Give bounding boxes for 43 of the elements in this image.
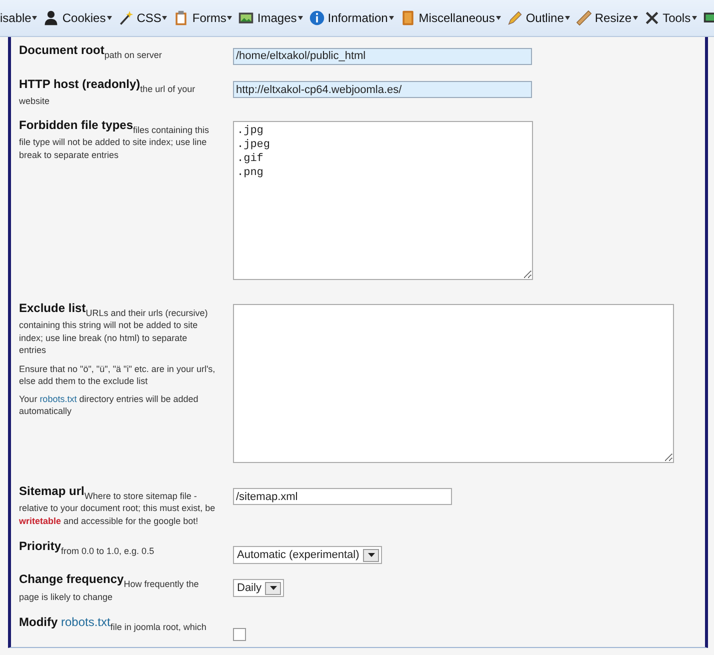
caret-icon bbox=[564, 16, 570, 20]
caret-icon bbox=[227, 16, 232, 20]
info-icon bbox=[308, 10, 325, 26]
book-icon bbox=[400, 10, 416, 26]
caret-icon bbox=[298, 16, 303, 20]
warning-text: writetable bbox=[19, 516, 62, 526]
toolbar-menu[interactable]: Resize bbox=[572, 10, 641, 26]
toolbar-menu[interactable]: Cookies bbox=[40, 10, 115, 26]
caret-icon bbox=[632, 16, 638, 20]
caret-icon bbox=[106, 16, 112, 20]
toolbar-menu[interactable]: Tools bbox=[640, 10, 700, 26]
caret-icon bbox=[496, 16, 501, 20]
text-field[interactable]: http://eltxakol-cp64.webjoomla.es/ bbox=[233, 81, 532, 98]
toolbar-menu[interactable]: Information bbox=[306, 10, 397, 26]
text-field[interactable]: /sitemap.xml bbox=[233, 488, 452, 505]
text-area[interactable]: .jpg .jpeg .gif .png bbox=[233, 120, 533, 280]
caret-icon bbox=[692, 16, 697, 20]
caret-icon bbox=[388, 16, 394, 20]
tools-icon bbox=[644, 10, 660, 26]
toolbar-menu[interactable]: Images bbox=[235, 10, 306, 26]
wand-icon bbox=[118, 10, 134, 26]
clipboard-icon bbox=[173, 10, 190, 26]
robots-link[interactable]: robots.txt bbox=[40, 394, 77, 404]
setting-note: Your robots.txt directory entries will be added automatically bbox=[19, 392, 200, 416]
robots-link[interactable]: robots.txt bbox=[61, 615, 110, 629]
caret-icon bbox=[270, 586, 277, 590]
setting-note: Ensure that no "ö", "ü", "ä "i" etc. are in your url's, else add them to the exclude list bbox=[19, 362, 216, 386]
toolbar-menu[interactable]: Outline bbox=[504, 10, 573, 26]
image-icon bbox=[238, 10, 254, 26]
caret-icon bbox=[368, 553, 375, 557]
checkbox[interactable] bbox=[233, 628, 246, 641]
caret-icon bbox=[32, 16, 38, 20]
caret-icon bbox=[162, 16, 168, 20]
toolbar-menu[interactable]: Miscellaneous bbox=[396, 10, 504, 26]
person-icon bbox=[43, 10, 60, 26]
pencil-icon bbox=[506, 10, 523, 26]
toolbar-menu[interactable]: CSS bbox=[114, 10, 170, 26]
text-field[interactable]: /home/eltxakol/public_html bbox=[233, 48, 532, 64]
dropdown[interactable]: Automatic (experimental) bbox=[233, 546, 382, 564]
toolbar-menu[interactable]: Forms bbox=[170, 10, 236, 26]
dropdown[interactable]: Daily bbox=[233, 579, 284, 597]
toolbar-menu[interactable]: isable bbox=[0, 11, 40, 25]
ruler-icon bbox=[576, 10, 592, 26]
